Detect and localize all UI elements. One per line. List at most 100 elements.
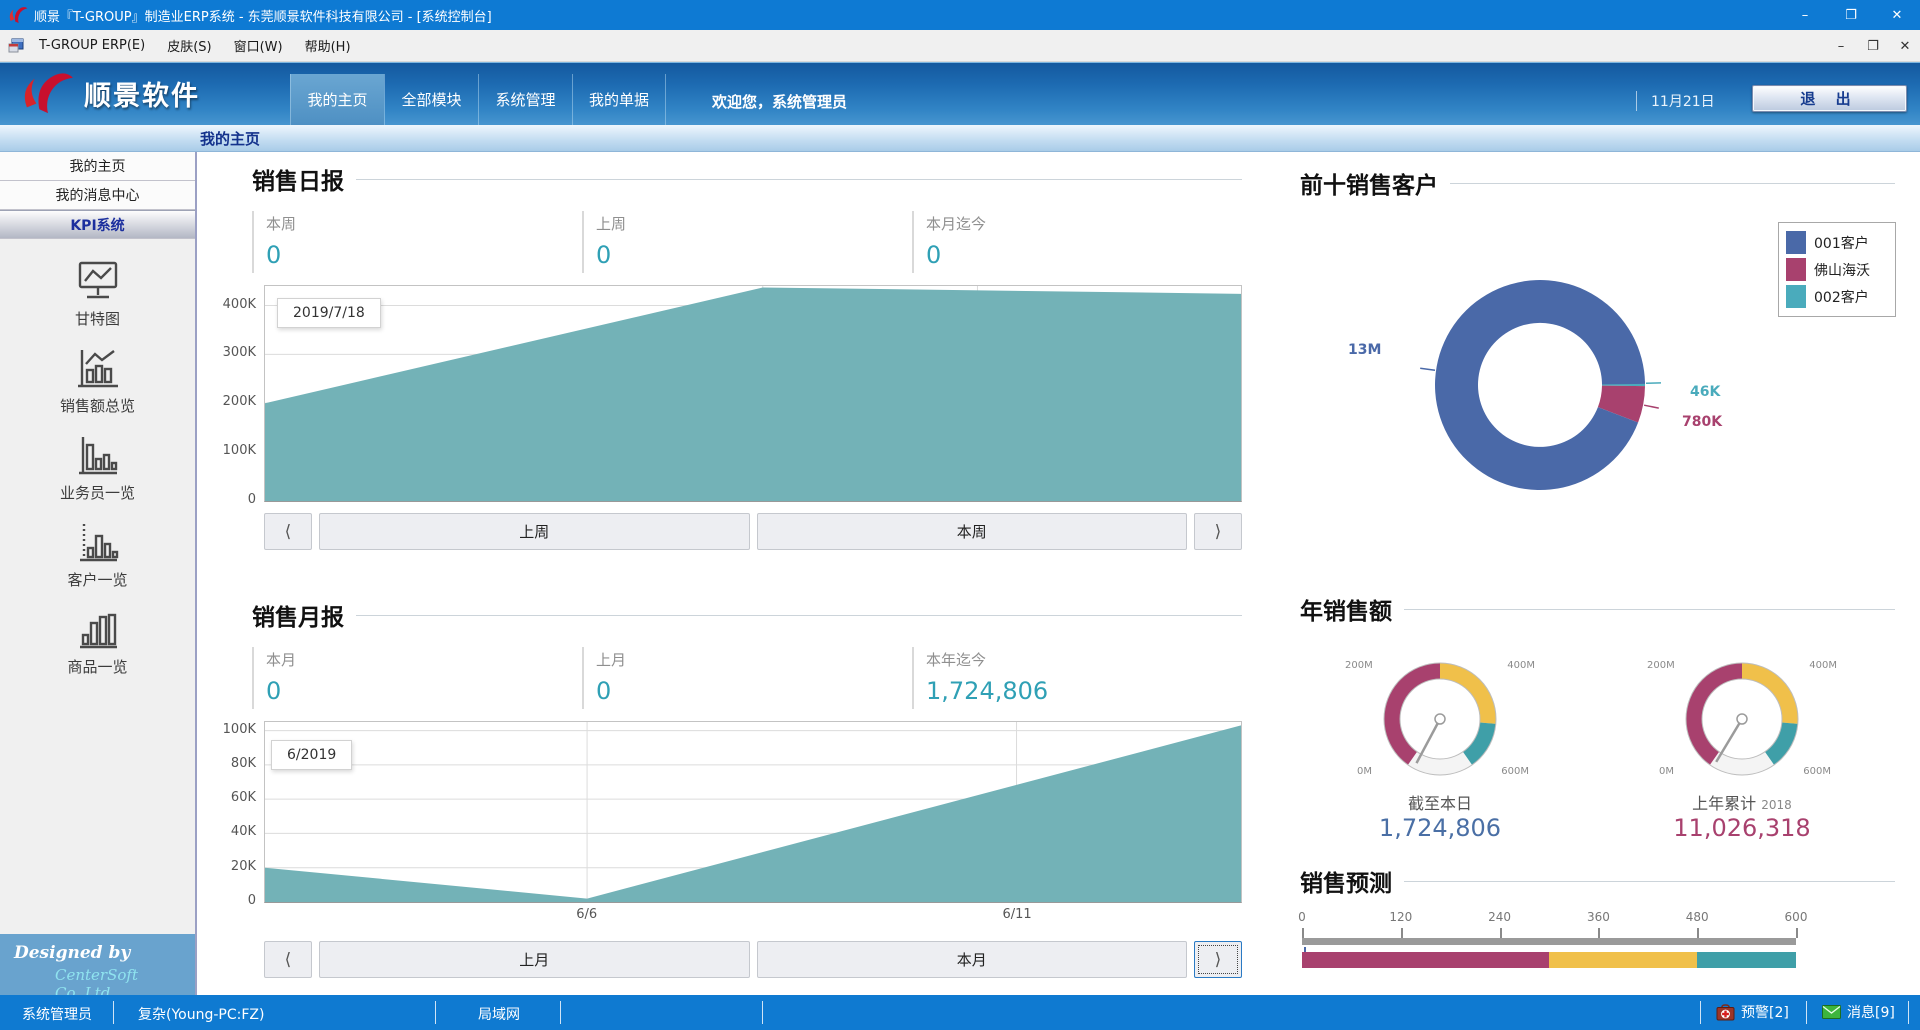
gauge-tick-200m: 200M (1345, 660, 1373, 671)
monthly-chart-tooltip: 6/2019 (271, 740, 352, 770)
statusbar-messages[interactable]: 消息[9] (1822, 1002, 1895, 1022)
breadcrumb: 我的主页 (200, 128, 260, 149)
menu-window[interactable]: 窗口(W) (223, 30, 294, 61)
window-restore-button[interactable]: ❐ (1828, 0, 1874, 30)
donut-label-780k: 780K (1682, 414, 1722, 430)
daily-last-week-button[interactable]: 上周 (319, 513, 750, 550)
monthly-next-button[interactable]: ⟩ (1194, 941, 1242, 978)
daily-chart-tooltip: 2019/7/18 (277, 298, 381, 328)
daily-next-button[interactable]: ⟩ (1194, 513, 1242, 550)
mdi-window-controls: – ❐ ✕ (1832, 30, 1914, 62)
window-title: 顺景『T-GROUP』制造业ERP系统 - 东莞顺景软件科技有限公司 - [系统… (34, 6, 492, 25)
gauge-chart[interactable] (1677, 654, 1807, 784)
divider (1908, 1001, 1909, 1024)
divider (1404, 881, 1895, 882)
monthly-report-title: 销售月报 (252, 598, 344, 632)
monthly-chart-y-axis: 020K40K60K80K100K (210, 721, 256, 923)
mdi-restore-button[interactable]: ❐ (1864, 39, 1882, 54)
statusbar: 系统管理员 复杂(Young-PC:FZ) 局域网 预警[2] 消息[9] (0, 995, 1920, 1030)
monthly-prev-button[interactable]: ⟨ (264, 941, 312, 978)
legend-item-002[interactable]: 002客户 (1786, 283, 1888, 310)
sidebar-item-my-home[interactable]: 我的主页 (0, 152, 195, 181)
stat-this-week: 本周 0 (252, 211, 582, 273)
forecast-bullet-chart[interactable]: 0120240360480600 (1302, 910, 1796, 968)
monthly-chart-x-axis: 6/66/11 (264, 903, 1242, 923)
statusbar-alerts[interactable]: 预警[2] (1716, 1002, 1789, 1022)
app-logo-icon (8, 6, 28, 24)
annual-sales-section-title: 年销售额 (1300, 592, 1895, 626)
mdi-close-button[interactable]: ✕ (1896, 39, 1914, 54)
customer-list-icon (75, 520, 121, 564)
statusbar-message-text: 消息[9] (1847, 1002, 1895, 1022)
monthly-nav: ⟨ 上月 本月 ⟩ (264, 941, 1242, 978)
first-aid-kit-icon (1716, 1004, 1735, 1021)
gauge-tick-0m: 0M (1357, 766, 1372, 777)
sidebar-item-product-list[interactable]: 商品一览 (0, 603, 195, 690)
tab-my-home[interactable]: 我的主页 (290, 74, 384, 125)
window-minimize-button[interactable]: – (1782, 0, 1828, 30)
erp-window: 顺景『T-GROUP』制造业ERP系统 - 东莞顺景软件科技有限公司 - [系统… (0, 0, 1920, 1030)
window-controls: – ❐ ✕ (1782, 0, 1920, 30)
sidebar-item-salesman-list[interactable]: 业务员一览 (0, 429, 195, 516)
stat-this-month: 本月 0 (252, 647, 582, 709)
forecast-scale-bar (1302, 938, 1796, 945)
daily-chart-y-axis: 0100K200K300K400K (210, 285, 256, 502)
designed-by-text: Designed by (14, 943, 195, 963)
legend-item-001[interactable]: 001客户 (1786, 229, 1888, 256)
sidebar-item-message-center[interactable]: 我的消息中心 (0, 181, 195, 210)
breadcrumb-bar: 我的主页 (0, 125, 1920, 152)
daily-chart-plot[interactable]: 2019/7/18 (264, 285, 1242, 502)
forecast-stacked-bar (1302, 952, 1796, 968)
gauge-tick-400m: 400M (1507, 660, 1535, 671)
legend-swatch-blue (1786, 231, 1806, 254)
gauge-year-to-date: 200M 400M 0M 600M 截至本日 1,724,806 (1335, 644, 1545, 844)
divider (1700, 1001, 1701, 1024)
monthly-this-month-button[interactable]: 本月 (757, 941, 1188, 978)
menu-tgroup-erp[interactable]: T-GROUP ERP(E) (28, 32, 156, 59)
sidebar-item-kpi-system[interactable]: KPI系统 (0, 210, 195, 239)
daily-this-week-button[interactable]: 本周 (757, 513, 1188, 550)
daily-prev-button[interactable]: ⟨ (264, 513, 312, 550)
menu-help[interactable]: 帮助(H) (294, 30, 362, 61)
tab-my-documents[interactable]: 我的单据 (572, 74, 666, 125)
menu-skin[interactable]: 皮肤(S) (156, 30, 222, 61)
statusbar-network: 局域网 (478, 1004, 520, 1024)
tab-all-modules[interactable]: 全部模块 (384, 74, 478, 125)
right-panel: 前十销售客户 001客户 佛山海沃 002客户 13M 780K 46K 年销售… (1290, 152, 1920, 995)
designed-by-box: Designed by CenterSoft Co.,Ltd. (0, 934, 195, 995)
legend-item-foshan[interactable]: 佛山海沃 (1786, 256, 1888, 283)
gauge-tick-600m: 600M (1803, 766, 1831, 777)
envelope-icon (1822, 1005, 1841, 1019)
mdi-minimize-button[interactable]: – (1832, 39, 1850, 54)
sales-overview-icon (75, 346, 121, 390)
top-customers-donut-chart[interactable] (1385, 230, 1695, 540)
sidebar-item-customer-list[interactable]: 客户一览 (0, 516, 195, 603)
gauge-chart[interactable] (1375, 654, 1505, 784)
header-tabs: 我的主页 全部模块 系统管理 我的单据 (290, 74, 666, 125)
window-close-button[interactable]: ✕ (1874, 0, 1920, 30)
divider (1404, 609, 1895, 610)
monthly-chart-plot[interactable]: 6/2019 (264, 721, 1242, 903)
header-date: 11月21日 (1636, 91, 1715, 111)
donut-label-46k: 46K (1690, 384, 1720, 400)
annual-sales-title: 年销售额 (1300, 592, 1392, 626)
tab-system-management[interactable]: 系统管理 (478, 74, 572, 125)
kpi-item-label: 销售额总览 (60, 395, 135, 416)
stat-last-week: 上周 0 (582, 211, 912, 273)
brand-logo-icon (18, 71, 76, 115)
donut-label-13m: 13M (1348, 342, 1381, 358)
sidebar-item-gantt-chart[interactable]: 甘特图 (0, 255, 195, 342)
monthly-last-month-button[interactable]: 上月 (319, 941, 750, 978)
kpi-item-label: 商品一览 (67, 656, 127, 677)
gauge-tick-0m: 0M (1659, 766, 1674, 777)
sidebar-item-sales-overview[interactable]: 销售额总览 (0, 342, 195, 429)
divider (762, 1001, 763, 1024)
gauge-tick-400m: 400M (1809, 660, 1837, 671)
kpi-item-label: 客户一览 (67, 569, 127, 590)
logout-button[interactable]: 退 出 (1752, 85, 1907, 112)
stat-year-to-date: 本年迄今 1,724,806 (912, 647, 1242, 709)
divider (356, 615, 1242, 616)
sidebar: 我的主页 我的消息中心 KPI系统 甘特图 销售额总览 (0, 152, 197, 995)
stat-last-month: 上月 0 (582, 647, 912, 709)
main-content: 销售日报 本周 0 上周 0 本月迄今 0 0100K200K300K400K (199, 152, 1290, 995)
